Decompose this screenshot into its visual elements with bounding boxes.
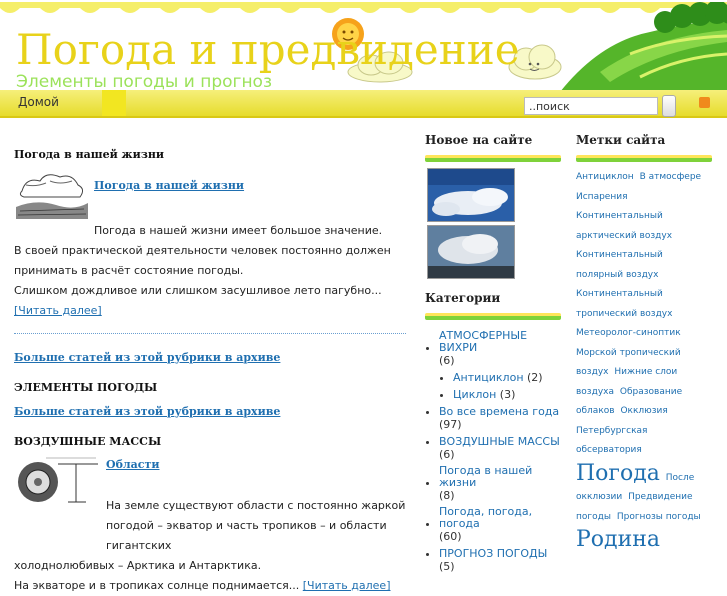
category-list: АТМОСФЕРНЫЕ ВИХРИ (6) Антициклон (2) Цик… [425,330,561,574]
tag-link[interactable]: Континентальный арктический воздух [576,211,672,241]
article-text: В своей практической деятельности челове… [14,244,391,257]
rss-icon[interactable] [699,97,710,108]
article-title-link[interactable]: Погода в нашей жизни [94,179,244,192]
category-link[interactable]: Антициклон [453,371,524,384]
sky-photo-thumbnail[interactable] [427,168,515,222]
tag-link[interactable]: Родина [576,527,660,552]
section-title: ЭЛЕМЕНТЫ ПОГОДЫ [14,381,158,394]
category-link[interactable]: ВОЗДУШНЫЕ МАССЫ [439,435,560,448]
tag-cloud: Антициклон В атмосфере Испарения Контине… [576,168,712,555]
category-count: (97) [439,418,462,431]
article-text: Слишком дождливое или слишком засушливое… [14,281,408,321]
nav-home-link[interactable]: Домой [12,90,65,116]
site-subtitle: Элементы погоды и прогноз [16,72,272,92]
category-item: Циклон (3) [453,388,561,401]
cloud-photo-thumbnail[interactable] [427,225,515,279]
category-count: (6) [439,448,455,461]
category-item: АТМОСФЕРНЫЕ ВИХРИ (6) Антициклон (2) Цик… [439,330,561,402]
category-link[interactable]: ПРОГНОЗ ПОГОДЫ [439,547,547,560]
tag-link[interactable]: Окклюзия [620,406,667,416]
sidebar-title: Новое на сайте [425,133,533,147]
search-button[interactable] [662,95,676,117]
sidebar-tags: Метки сайта Антициклон В атмосфере Испар… [576,133,712,555]
nav-active-block [102,90,126,116]
site-header: Погода и предвидение Элементы погоды и п… [0,0,727,92]
category-link[interactable]: Во все времена года [439,405,559,418]
section-title: Погода в нашей жизни [14,148,165,161]
article-text-line: На экваторе и в тропиках солнце поднимае… [14,579,300,592]
search-input[interactable] [524,97,658,115]
category-count: (3) [499,388,516,401]
green-hill-illustration [560,2,727,92]
sidebar-title: Метки сайта [576,133,666,147]
article-header: Области [14,452,408,504]
tag-link[interactable]: Испарения [576,192,627,202]
read-more-link[interactable]: [Читать далее] [303,579,391,592]
tag-link[interactable]: Антициклон [576,172,634,182]
category-count: (6) [439,354,455,367]
category-item: Антициклон (2) [453,371,561,384]
category-count: (2) [527,371,543,384]
article-text: холоднолюбивых – Арктика и Антарктика. [14,559,262,572]
category-item: Погода в нашей жизни (8) [439,465,561,503]
article-title-link[interactable]: Области [106,458,159,471]
tag-link[interactable]: Метеоролог-синоптик [576,328,681,338]
more-archive-link[interactable]: Больше статей из этой рубрики в архиве [14,405,280,418]
article-text-line: Слишком дождливое или слишком засушливое… [14,284,382,297]
category-count: (5) [439,560,455,573]
sidebar-rule [425,155,561,162]
section-title: ВОЗДУШНЫЕ МАССЫ [14,435,162,448]
sidebar-title: Категории [425,291,501,305]
category-item: ВОЗДУШНЫЕ МАССЫ(6) [439,435,561,461]
sidebar-rule [425,313,561,320]
tag-link[interactable]: В атмосфере [640,172,702,182]
weather-sketch-thumbnail [16,167,88,219]
site-title[interactable]: Погода и предвидение [16,26,520,74]
main-content: Погода в нашей жизни Погода в нашей жизн… [14,130,408,596]
article-header: Погода в нашей жизни [14,165,408,225]
tag-link[interactable]: Погода [576,461,660,486]
read-more-link[interactable]: [Читать далее] [14,304,102,317]
category-link[interactable]: Циклон [453,388,496,401]
category-link[interactable]: Погода, погода, погода [439,506,557,530]
category-item: Во все времена года(97) [439,405,561,431]
more-archive-link[interactable]: Больше статей из этой рубрики в архиве [14,351,280,364]
tag-link[interactable]: Прогнозы погоды [617,512,701,522]
tag-link[interactable]: Континентальный полярный воздух [576,250,663,280]
tag-link[interactable]: Петербургская обсерватория [576,426,647,456]
category-item: Погода, погода, погода (60) [439,506,561,544]
category-item: ПРОГНОЗ ПОГОДЫ(5) [439,547,561,573]
category-count: (60) [439,530,462,543]
article-text: погодой – экватор и часть тропиков – и о… [106,519,387,552]
category-count: (8) [439,489,455,502]
divider [14,333,406,334]
sidebar-rule [576,155,712,162]
sidebar-new-and-categories: Новое на сайте Категории АТМОСФЕРНЫЕ ВИХ… [425,133,561,577]
article-text: На экваторе и в тропиках солнце поднимае… [14,576,408,596]
category-link[interactable]: Погода в нашей жизни [439,465,557,489]
article-text: принимать в расчёт состояние погоды. [14,264,244,277]
category-link[interactable]: АТМОСФЕРНЫЕ ВИХРИ [439,330,557,354]
tire-diagram-thumbnail [16,454,100,504]
tag-link[interactable]: Континентальный тропический воздух [576,289,672,319]
